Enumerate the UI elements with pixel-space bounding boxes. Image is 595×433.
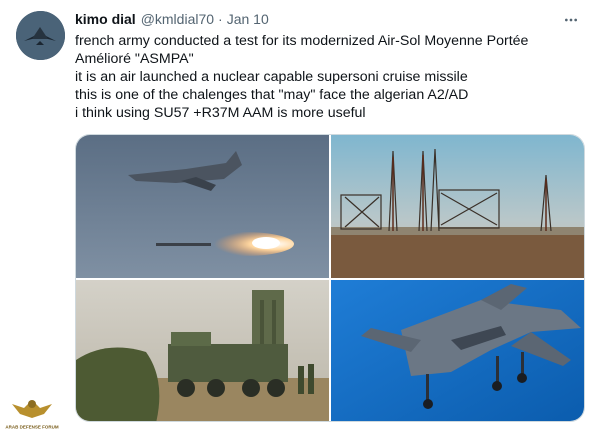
author-name[interactable]: kimo dial [75, 11, 136, 27]
more-icon [565, 18, 577, 22]
tweet-line: it is an air launched a nuclear capable … [75, 69, 468, 86]
watermark-text: ARAB DEFENSE FORUM [5, 425, 59, 430]
forum-watermark: ARAB DEFENSE FORUM [2, 394, 62, 432]
more-button[interactable] [561, 10, 581, 30]
media-grid [75, 134, 585, 422]
photo-jet-missile-launch[interactable] [76, 135, 329, 278]
tweet-line: i think using SU57 +R37M AAM is more use… [75, 105, 366, 122]
tweet-line: this is one of the chalenges that "may" … [75, 87, 469, 104]
tweet-text: french army conducted a test for its mod… [75, 32, 580, 122]
jet-avatar-icon [16, 11, 65, 60]
tweet-line: Amélioré "ASMPA" [75, 51, 194, 68]
photo-radar-towers[interactable] [331, 135, 584, 278]
photo-su57-jet[interactable] [331, 280, 584, 421]
tweet-line: french army conducted a test for its mod… [75, 33, 529, 49]
separator: · [218, 11, 223, 27]
tweet-date[interactable]: Jan 10 [227, 11, 269, 27]
avatar[interactable] [16, 11, 65, 60]
tweet-header: kimo dial @kmldial70 · Jan 10 [75, 11, 269, 29]
photo-launcher-truck[interactable] [76, 280, 329, 421]
author-handle[interactable]: @kmldial70 [141, 11, 214, 27]
